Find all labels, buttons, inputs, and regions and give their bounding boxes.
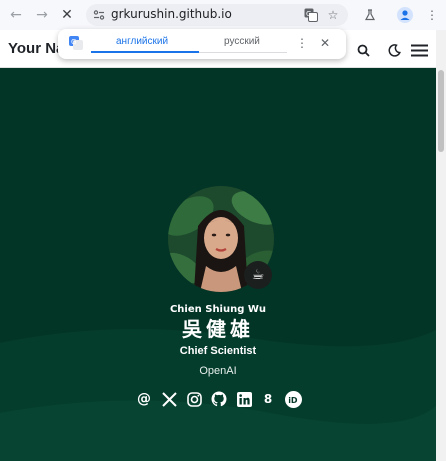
browser-toolbar: ← → ✕ grkurushin.github.io G ☆ ⋮: [0, 0, 446, 30]
hamburger-menu-icon[interactable]: [408, 39, 430, 61]
scrollbar-thumb[interactable]: [438, 70, 444, 152]
translate-close-icon[interactable]: ✕: [315, 33, 335, 53]
translate-source-tab[interactable]: английский: [116, 36, 168, 47]
google-translate-icon: G: [66, 33, 86, 53]
coffee-status-badge: ☕: [244, 261, 272, 289]
linkedin-icon[interactable]: [235, 390, 253, 408]
stop-loading-icon[interactable]: ✕: [57, 5, 77, 25]
svg-text:iD: iD: [288, 395, 298, 404]
address-bar[interactable]: grkurushin.github.io G ☆: [86, 4, 348, 26]
instagram-icon[interactable]: [185, 390, 203, 408]
translate-options-icon[interactable]: ⋮: [292, 33, 312, 53]
orcid-icon[interactable]: iD: [284, 390, 302, 408]
social-links: @ 8 iD: [135, 390, 305, 408]
back-icon[interactable]: ←: [6, 5, 26, 25]
svg-text:G: G: [306, 10, 311, 18]
email-icon[interactable]: @: [135, 390, 153, 408]
tab-divider: [199, 52, 287, 53]
translate-icon[interactable]: G: [301, 5, 321, 25]
search-icon[interactable]: [352, 39, 374, 61]
browser-menu-icon[interactable]: ⋮: [422, 5, 442, 25]
profile-avatar-icon[interactable]: [395, 5, 415, 25]
github-icon[interactable]: [210, 390, 228, 408]
profile-hero: ☕ Chien Shiung Wu 吳健雄 Chief Scientist Op…: [0, 68, 436, 461]
url-text[interactable]: grkurushin.github.io: [111, 7, 232, 21]
profile-role: Chief Scientist: [179, 345, 257, 357]
translate-target-tab[interactable]: русский: [224, 36, 260, 47]
labs-flask-icon[interactable]: [360, 5, 380, 25]
active-tab-indicator: [91, 51, 199, 53]
x-twitter-icon[interactable]: [160, 390, 178, 408]
profile-name-chinese: 吳健雄: [182, 317, 254, 341]
google-scholar-icon[interactable]: 8: [259, 390, 277, 408]
translate-bubble: G английский русский ⋮ ✕: [58, 29, 346, 59]
svg-text:G: G: [71, 38, 76, 46]
profile-organization: OpenAI: [199, 365, 237, 377]
coffee-icon: ☕: [251, 267, 265, 283]
bookmark-star-icon[interactable]: ☆: [323, 5, 343, 25]
dark-mode-moon-icon[interactable]: [383, 39, 405, 61]
site-info-icon[interactable]: [89, 5, 109, 25]
forward-icon[interactable]: →: [32, 5, 52, 25]
site-brand[interactable]: Your Na: [8, 40, 64, 57]
